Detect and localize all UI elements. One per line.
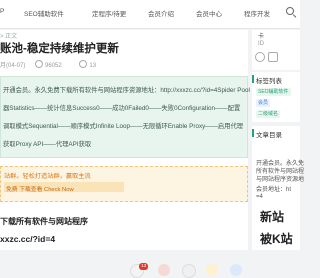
- nav-item-program-dev[interactable]: 程序开发: [244, 8, 270, 18]
- nav-item-seo-tools[interactable]: SEO辅助软件: [24, 8, 64, 18]
- user-name[interactable]: 卡: [258, 31, 264, 40]
- search-icon[interactable]: [286, 7, 297, 19]
- resource-url[interactable]: xxzc.cc/?id=4: [0, 234, 55, 244]
- article-title: 账池-稳定持续维护更新: [0, 43, 119, 55]
- comment-count-badge: 13: [139, 263, 149, 270]
- views-group: 96052: [35, 60, 70, 69]
- sidebar-table-of-contents: 文章目录 开通会员。永久免 所有软件与网站程 与网站程序资源地 会员地址：ht …: [252, 126, 304, 250]
- user-avatar-icon[interactable]: [255, 52, 265, 62]
- breadcrumb[interactable]: > 正文: [0, 31, 17, 40]
- toc-line[interactable]: =4: [256, 194, 263, 200]
- notice-line: 调取模式Sequential——顺序模式Infinite Loop——无限循环E…: [3, 123, 244, 130]
- toc-line[interactable]: 与网站程序资源地: [256, 174, 304, 183]
- tag-subdomain[interactable]: 二级域名: [256, 110, 281, 118]
- promo-link-text: 免费 下载查看 Check Now: [6, 187, 74, 193]
- eye-icon: [35, 60, 44, 68]
- tag-member[interactable]: 会员: [256, 99, 271, 107]
- sidebar-user-card: 卡 ID: [252, 30, 300, 70]
- promo-box: 站群。轻松打造站群，赢取主流 免费 下载查看 Check Now: [0, 166, 248, 202]
- article-comments: 13: [89, 63, 97, 69]
- toc-big-text: 被K站: [260, 232, 293, 246]
- message-icon[interactable]: [268, 52, 278, 62]
- nav-item-member-center[interactable]: 会员中心: [196, 8, 222, 18]
- tags-heading: 标签列表: [252, 75, 282, 85]
- comment-icon: [79, 60, 88, 68]
- notice-box: 开通会员。永久免费下载所有软件与网站程序资源地址：http://xxxzc.cc…: [0, 76, 250, 158]
- nav-item-membership-intro[interactable]: 会员介绍: [148, 8, 174, 18]
- user-subtext: ID: [258, 41, 264, 47]
- article-meta: 月(04-07) 96052 13: [0, 60, 112, 69]
- toc-line[interactable]: 会员地址：ht: [256, 184, 291, 193]
- notice-line: 器Statistics——统计信息Success0——成功0Failed0——失…: [3, 105, 241, 112]
- article-actions: 13: [130, 263, 250, 278]
- section-heading: 下载所有软件与网站程序: [0, 217, 88, 226]
- comments-group[interactable]: 13: [79, 60, 104, 69]
- notice-line: 获取Proxy API——代理API获取: [3, 141, 92, 148]
- favorite-icon[interactable]: [182, 264, 196, 278]
- reward-icon[interactable]: [206, 264, 218, 276]
- tag-seo-tools[interactable]: SEO辅助软件: [256, 88, 291, 96]
- top-navigation: P SEO辅助软件 定程序/待更 会员介绍 会员中心 程序开发: [0, 0, 300, 29]
- promo-link-bar[interactable]: 免费 下载查看 Check Now: [4, 182, 124, 193]
- site-logo-fragment[interactable]: P: [0, 8, 4, 15]
- notice-line: 开通会员。永久免费下载所有软件与网站程序资源地址：http://xxxzc.cc…: [3, 87, 250, 94]
- article-date: 月(04-07): [0, 63, 26, 69]
- comment-action-icon[interactable]: 13: [130, 263, 149, 278]
- nav-item-programs[interactable]: 定程序/待更: [92, 8, 126, 18]
- promo-text: 站群。轻松打造站群，赢取主流: [4, 173, 91, 180]
- article-views: 96052: [45, 63, 62, 69]
- article-main: > 正文 账池-稳定持续维护更新 月(04-07) 96052 13 开通会员。…: [0, 30, 250, 278]
- share-icon[interactable]: [230, 264, 242, 276]
- toc-heading: 文章目录: [252, 129, 282, 139]
- like-icon[interactable]: [158, 264, 170, 276]
- toc-big-text: 新站: [260, 210, 285, 224]
- sidebar-tag-list: 标签列表 SEO辅助软件 会员 二级域名: [252, 72, 300, 122]
